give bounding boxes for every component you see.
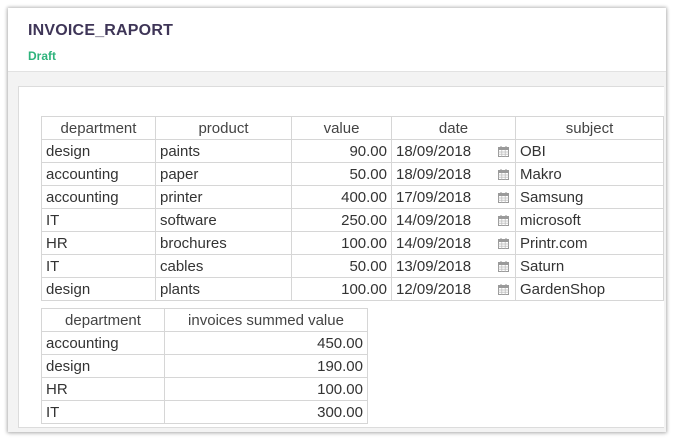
cell-department[interactable]: accounting [41, 162, 156, 186]
cell-value[interactable]: 100.00 [291, 231, 392, 255]
date-text: 14/09/2018 [396, 211, 472, 229]
cell-product[interactable]: paints [155, 139, 292, 163]
report-title: INVOICE_RAPORT [28, 22, 174, 39]
column-header-date[interactable]: date [391, 116, 516, 140]
cell-department[interactable]: IT [41, 254, 156, 278]
calendar-icon[interactable] [498, 192, 509, 203]
date-text: 18/09/2018 [396, 165, 472, 183]
date-text: 18/09/2018 [396, 142, 472, 160]
calendar-icon[interactable] [498, 169, 509, 180]
cell-product[interactable]: software [155, 208, 292, 232]
summary-row[interactable]: design 190.00 [41, 354, 368, 378]
cell-department[interactable]: design [41, 354, 165, 378]
cell-summed-value[interactable]: 300.00 [164, 400, 368, 424]
cell-subject[interactable]: Makro [515, 162, 664, 186]
cell-date[interactable]: 18/09/2018 [391, 139, 516, 163]
cell-product[interactable]: cables [155, 254, 292, 278]
cell-product[interactable]: paper [155, 162, 292, 186]
invoices-table-body: design paints 90.00 18/09/2018 OBI accounting… [41, 139, 664, 301]
cell-value[interactable]: 50.00 [291, 162, 392, 186]
report-body: department product value date subject de… [8, 72, 666, 432]
cell-date[interactable]: 13/09/2018 [391, 254, 516, 278]
column-header-summed-value[interactable]: invoices summed value [164, 308, 368, 332]
cell-date[interactable]: 17/09/2018 [391, 185, 516, 209]
date-text: 13/09/2018 [396, 257, 472, 275]
cell-department[interactable]: IT [41, 208, 156, 232]
cell-department[interactable]: HR [41, 231, 156, 255]
date-text: 17/09/2018 [396, 188, 472, 206]
cell-date[interactable]: 12/09/2018 [391, 277, 516, 301]
status-label: Draft [28, 49, 57, 63]
calendar-icon[interactable] [498, 215, 509, 226]
cell-subject[interactable]: Samsung [515, 185, 664, 209]
cell-product[interactable]: plants [155, 277, 292, 301]
invoice-row[interactable]: design plants 100.00 12/09/2018 GardenShop [41, 277, 664, 301]
summary-row[interactable]: accounting 450.00 [41, 331, 368, 355]
calendar-icon[interactable] [498, 261, 509, 272]
cell-date[interactable]: 14/09/2018 [391, 231, 516, 255]
cell-summed-value[interactable]: 100.00 [164, 377, 368, 401]
cell-subject[interactable]: OBI [515, 139, 664, 163]
summary-table-body: accounting 450.00 design 190.00 HR 100.00 IT 30… [41, 331, 368, 424]
calendar-icon[interactable] [498, 238, 509, 249]
column-header-department[interactable]: department [41, 308, 165, 332]
cell-value[interactable]: 90.00 [291, 139, 392, 163]
cell-value[interactable]: 250.00 [291, 208, 392, 232]
cell-department[interactable]: IT [41, 400, 165, 424]
cell-department[interactable]: accounting [41, 185, 156, 209]
cell-subject[interactable]: GardenShop [515, 277, 664, 301]
invoice-row[interactable]: IT cables 50.00 13/09/2018 Saturn [41, 254, 664, 278]
cell-subject[interactable]: Saturn [515, 254, 664, 278]
cell-department[interactable]: design [41, 277, 156, 301]
date-text: 14/09/2018 [396, 234, 472, 252]
invoice-row[interactable]: design paints 90.00 18/09/2018 OBI [41, 139, 664, 163]
summary-row[interactable]: HR 100.00 [41, 377, 368, 401]
cell-subject[interactable]: microsoft [515, 208, 664, 232]
cell-department[interactable]: design [41, 139, 156, 163]
cell-product[interactable]: brochures [155, 231, 292, 255]
cell-value[interactable]: 100.00 [291, 277, 392, 301]
cell-summed-value[interactable]: 190.00 [164, 354, 368, 378]
cell-summed-value[interactable]: 450.00 [164, 331, 368, 355]
cell-department[interactable]: HR [41, 377, 165, 401]
invoice-row[interactable]: HR brochures 100.00 14/09/2018 Printr.com [41, 231, 664, 255]
report-header: INVOICE_RAPORT Draft [8, 8, 666, 72]
invoice-row[interactable]: accounting paper 50.00 18/09/2018 Makro [41, 162, 664, 186]
summary-header-row: department invoices summed value [41, 308, 368, 332]
invoices-header-row: department product value date subject [41, 116, 664, 140]
report-card: INVOICE_RAPORT Draft department product … [8, 8, 666, 432]
calendar-icon[interactable] [498, 146, 509, 157]
cell-subject[interactable]: Printr.com [515, 231, 664, 255]
invoices-table: department product value date subject de… [41, 116, 664, 301]
column-header-product[interactable]: product [155, 116, 292, 140]
column-header-subject[interactable]: subject [515, 116, 664, 140]
calendar-icon[interactable] [498, 284, 509, 295]
cell-value[interactable]: 400.00 [291, 185, 392, 209]
column-header-department[interactable]: department [41, 116, 156, 140]
invoice-row[interactable]: accounting printer 400.00 17/09/2018 Samsung [41, 185, 664, 209]
summary-row[interactable]: IT 300.00 [41, 400, 368, 424]
report-panel: department product value date subject de… [18, 86, 664, 428]
cell-value[interactable]: 50.00 [291, 254, 392, 278]
cell-department[interactable]: accounting [41, 331, 165, 355]
invoice-row[interactable]: IT software 250.00 14/09/2018 microsoft [41, 208, 664, 232]
summary-table: department invoices summed value account… [41, 308, 368, 424]
cell-product[interactable]: printer [155, 185, 292, 209]
date-text: 12/09/2018 [396, 280, 472, 298]
column-header-value[interactable]: value [291, 116, 392, 140]
cell-date[interactable]: 14/09/2018 [391, 208, 516, 232]
cell-date[interactable]: 18/09/2018 [391, 162, 516, 186]
